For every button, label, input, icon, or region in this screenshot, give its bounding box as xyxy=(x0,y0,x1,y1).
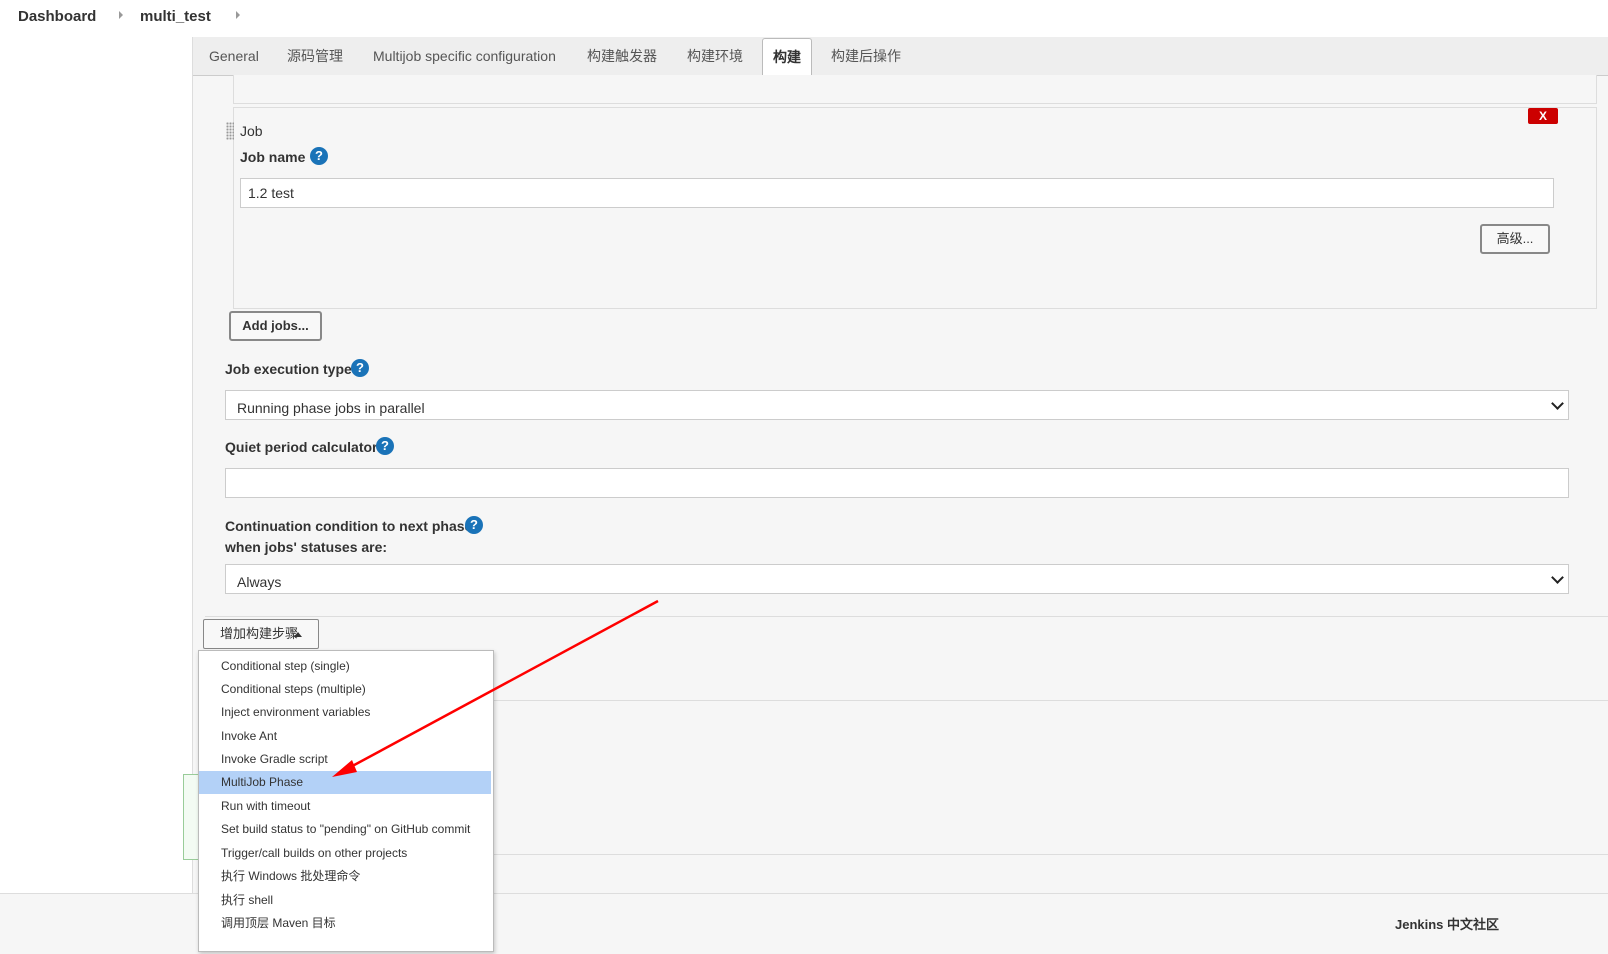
continuation-sublabel: when jobs' statuses are: xyxy=(225,539,388,555)
quiet-period-input[interactable] xyxy=(225,468,1569,498)
add-build-step-button[interactable]: 增加构建步骤 xyxy=(203,619,319,649)
menu-item[interactable]: 调用顶层 Maven 目标 xyxy=(199,912,491,935)
menu-item[interactable]: Invoke Ant xyxy=(199,725,491,748)
continuation-label: Continuation condition to next phase xyxy=(225,518,473,534)
help-icon[interactable]: ? xyxy=(376,437,394,455)
section-divider xyxy=(492,854,1608,855)
job-section-label: Job xyxy=(240,123,263,139)
quiet-period-label: Quiet period calculator xyxy=(225,439,378,455)
tab-scm[interactable]: 源码管理 xyxy=(287,37,343,75)
menu-item[interactable]: Set build status to "pending" on GitHub … xyxy=(199,818,491,841)
menu-item[interactable]: 执行 shell xyxy=(199,889,491,912)
caret-up-icon xyxy=(294,632,302,637)
continuation-select[interactable]: Always xyxy=(225,564,1569,594)
section-divider xyxy=(205,616,1608,617)
menu-item[interactable]: Trigger/call builds on other projects xyxy=(199,842,491,865)
breadcrumb-separator-icon[interactable] xyxy=(236,11,240,19)
save-bar-edge xyxy=(183,774,198,860)
execution-type-value: Running phase jobs in parallel xyxy=(237,400,425,416)
delete-job-button[interactable]: X xyxy=(1528,108,1558,124)
job-name-input[interactable]: 1.2 test xyxy=(240,178,1554,208)
menu-item[interactable]: Invoke Gradle script xyxy=(199,748,491,771)
help-icon[interactable]: ? xyxy=(310,147,328,165)
help-icon[interactable]: ? xyxy=(465,516,483,534)
add-build-step-label: 增加构建步骤 xyxy=(220,626,299,641)
menu-item-multijob-phase[interactable]: MultiJob Phase xyxy=(199,771,491,794)
menu-item[interactable]: Run with timeout xyxy=(199,795,491,818)
menu-item[interactable]: Conditional step (single) xyxy=(199,655,491,678)
menu-item[interactable]: Inject environment variables xyxy=(199,701,491,724)
add-jobs-button[interactable]: Add jobs... xyxy=(229,311,322,341)
drag-handle-icon[interactable] xyxy=(226,122,234,140)
continuation-value: Always xyxy=(237,574,282,590)
section-divider xyxy=(492,700,1608,701)
tab-triggers[interactable]: 构建触发器 xyxy=(587,37,657,75)
tab-environment[interactable]: 构建环境 xyxy=(687,37,743,75)
menu-item[interactable]: Conditional steps (multiple) xyxy=(199,678,491,701)
previous-job-box xyxy=(233,75,1597,104)
chevron-down-icon xyxy=(1551,571,1564,584)
breadcrumb: Dashboard multi_test xyxy=(0,0,1608,36)
tab-bar: General 源码管理 Multijob specific configura… xyxy=(193,37,1608,76)
tab-general[interactable]: General xyxy=(209,37,259,75)
build-step-menu: Conditional step (single) Conditional st… xyxy=(198,650,494,952)
tab-multijob-config[interactable]: Multijob specific configuration xyxy=(373,37,556,75)
breadcrumb-job[interactable]: multi_test xyxy=(140,8,211,25)
breadcrumb-dashboard[interactable]: Dashboard xyxy=(18,8,96,25)
execution-type-label: Job execution type xyxy=(225,361,352,377)
footer-brand[interactable]: Jenkins 中文社区 xyxy=(1395,914,1499,933)
help-icon[interactable]: ? xyxy=(351,359,369,377)
execution-type-select[interactable]: Running phase jobs in parallel xyxy=(225,390,1569,420)
breadcrumb-separator-icon[interactable] xyxy=(119,11,123,19)
job-box: Job X Job name ? 1.2 test 高级... xyxy=(226,107,1597,309)
tab-post-build[interactable]: 构建后操作 xyxy=(831,37,901,75)
menu-item[interactable]: 执行 Windows 批处理命令 xyxy=(199,865,491,888)
job-name-label: Job name xyxy=(240,149,306,165)
chevron-down-icon xyxy=(1551,397,1564,410)
advanced-button[interactable]: 高级... xyxy=(1480,224,1550,254)
tab-build[interactable]: 构建 xyxy=(762,38,812,76)
